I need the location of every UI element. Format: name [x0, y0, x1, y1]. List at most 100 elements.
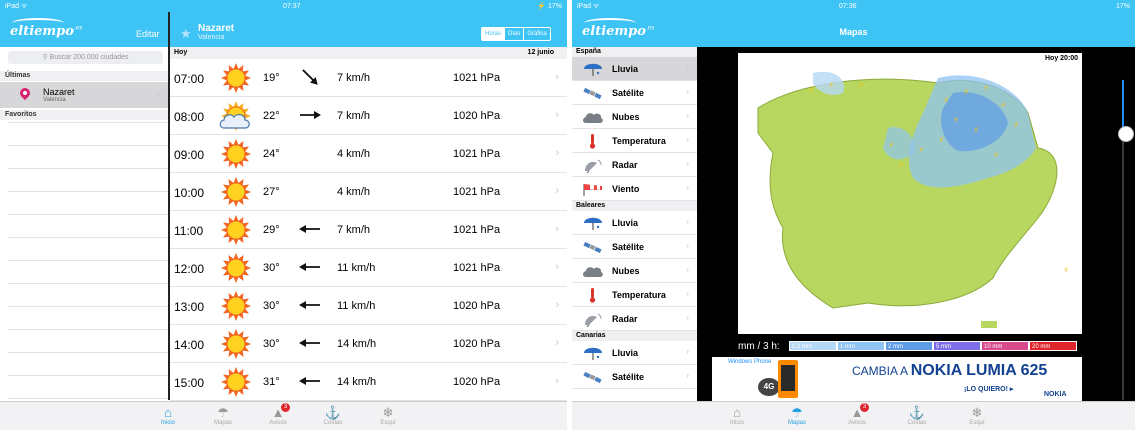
tab-horas[interactable]: Horas: [482, 28, 505, 40]
menu-item-satlite[interactable]: Satélite ›: [572, 235, 697, 259]
thermometer-icon: [582, 287, 604, 303]
legend-swatch: 2 mm: [885, 341, 933, 351]
tab-mapas[interactable]: ☂ Mapas: [777, 405, 817, 426]
forecast-temperature: 24°: [263, 148, 280, 160]
forecast-pressure: 1021 hPa: [453, 148, 501, 160]
menu-item-nubes[interactable]: Nubes ›: [572, 105, 697, 129]
svg-text:⚡: ⚡: [973, 126, 979, 136]
wind-arrow-icon: [298, 331, 322, 355]
tab-avisos[interactable]: ▲ 3 Avisos: [258, 403, 298, 426]
wind-arrow-icon: [298, 141, 322, 165]
svg-text:⚡: ⚡: [918, 146, 924, 156]
split-divider: [168, 12, 170, 400]
balearic-island: [981, 321, 997, 328]
chevron-right-icon: ›: [686, 86, 689, 96]
forecast-temperature: 27°: [263, 186, 280, 198]
forecast-time: 14:00: [174, 338, 205, 352]
date-label: 12 junio: [527, 49, 554, 56]
forecast-wind-speed: 7 km/h: [337, 72, 371, 84]
phone-image-icon: [778, 360, 798, 398]
umbrella-icon: [582, 61, 604, 77]
menu-item-temperatura[interactable]: Temperatura ›: [572, 129, 697, 153]
list-separator: [8, 122, 168, 123]
satellite-icon: [582, 239, 604, 255]
chevron-right-icon: ›: [555, 185, 559, 197]
tab-esqu[interactable]: ❄ Esquí: [368, 405, 408, 426]
forecast-pressure: 1020 hPa: [453, 338, 501, 350]
forecast-time: 10:00: [174, 186, 205, 200]
favorite-star-icon[interactable]: ★: [180, 26, 192, 42]
tab-grafica[interactable]: Gráfica: [523, 28, 549, 40]
svg-text:⚡: ⚡: [963, 88, 969, 98]
menu-item-label: Satélite: [612, 242, 645, 252]
svg-text:⚡: ⚡: [1013, 121, 1019, 131]
tab-label: Inicio: [160, 420, 175, 426]
tab-label: Esquí: [380, 420, 396, 426]
tab-dias[interactable]: Días: [504, 28, 523, 40]
tab-inicio[interactable]: ⌂ Inicio: [148, 405, 188, 426]
list-item-recent-city[interactable]: Nazaret Valencia ›: [0, 82, 168, 108]
wind-arrow-icon: [298, 103, 322, 127]
menu-item-nubes[interactable]: Nubes ›: [572, 259, 697, 283]
tab-mapas[interactable]: ☂ Mapas: [203, 405, 243, 426]
hourly-forecast-row[interactable]: 13:00 30° 11 km/h 1020 hPa ›: [170, 287, 567, 325]
search-input[interactable]: ⚲ Buscar 200.000 ciudades: [8, 51, 163, 64]
menu-item-viento[interactable]: Viento ›: [572, 177, 697, 201]
hourly-forecast-row[interactable]: 15:00 31° 14 km/h 1020 hPa ›: [170, 363, 567, 401]
notification-badge: 3: [281, 403, 290, 412]
menu-section-header: Canarias: [572, 331, 697, 341]
rain-legend: 0.2 mm 1 mm 2 mm 5 mm 10 mm 20 mm: [789, 341, 1077, 351]
rain-map[interactable]: ⚡ ⚡ ⚡ ⚡ ⚡ ⚡ ⚡ ⚡ ⚡ ⚡ ⚡ ⚡ ⚡ ⚡ ⚡ ⚡: [738, 53, 1082, 334]
battery-indicator: ⚡ 17%: [537, 3, 562, 10]
chevron-right-icon: ›: [555, 109, 559, 121]
forecast-wind-speed: 7 km/h: [337, 110, 371, 122]
eltiempo-logo[interactable]: eltiempo.es: [10, 18, 83, 39]
list-separator: [8, 398, 168, 399]
nokia-ad-banner[interactable]: Windows Phone 4G CAMBIA A NOKIA LUMIA 62…: [712, 357, 1082, 401]
logo-arc-icon: [12, 18, 64, 28]
sun-icon: [218, 177, 254, 207]
logo-tld: .es: [73, 24, 83, 32]
menu-item-satlite[interactable]: Satélite ›: [572, 81, 697, 105]
maps-icon: ☂: [217, 405, 229, 420]
edit-button[interactable]: Editar: [136, 29, 160, 39]
menu-item-radar[interactable]: Radar ›: [572, 153, 697, 177]
legend-swatch: 5 mm: [933, 341, 981, 351]
forecast-wind-speed: 7 km/h: [337, 224, 371, 236]
menu-item-radar[interactable]: Radar ›: [572, 307, 697, 331]
tab-label: Mapas: [213, 420, 232, 426]
ad-cta-button[interactable]: ¡LO QUIERO! ▸: [964, 385, 1013, 393]
forecast-pressure: 1021 hPa: [453, 262, 501, 274]
tab-avisos[interactable]: ▲ 3 Avisos: [837, 403, 877, 426]
svg-text:⚡: ⚡: [828, 81, 834, 91]
status-bar: iPad ᯤ 07:36 17%: [572, 0, 1135, 12]
svg-text:⚡: ⚡: [983, 84, 989, 94]
hourly-forecast-row[interactable]: 09:00 24° 4 km/h 1021 hPa ›: [170, 135, 567, 173]
menu-item-satlite[interactable]: Satélite ›: [572, 365, 697, 389]
chevron-right-icon: ›: [686, 312, 689, 322]
chevron-right-icon: ›: [555, 71, 559, 83]
tab-esqu[interactable]: ❄ Esquí: [957, 405, 997, 426]
menu-item-lluvia[interactable]: Lluvia ›: [572, 57, 697, 81]
hourly-forecast-row[interactable]: 10:00 27° 4 km/h 1021 hPa ›: [170, 173, 567, 211]
hourly-forecast-row[interactable]: 08:00 22° 7 km/h 1020 hPa ›: [170, 97, 567, 135]
tab-costas[interactable]: ⚓ Costas: [897, 405, 937, 426]
forecast-time: 15:00: [174, 376, 205, 390]
menu-item-lluvia[interactable]: Lluvia ›: [572, 211, 697, 235]
tab-costas[interactable]: ⚓ Costas: [313, 405, 353, 426]
forecast-pressure: 1020 hPa: [453, 376, 501, 388]
hourly-forecast-row[interactable]: 14:00 30° 14 km/h 1020 hPa ›: [170, 325, 567, 363]
wind-arrow-icon: [298, 65, 322, 89]
menu-item-label: Temperatura: [612, 290, 666, 300]
device-label: iPad ᯤ: [577, 2, 600, 10]
tab-inicio[interactable]: ⌂ Inicio: [717, 405, 757, 426]
hourly-forecast-row[interactable]: 11:00 29° 7 km/h 1021 hPa ›: [170, 211, 567, 249]
radar-icon: [582, 157, 604, 174]
hourly-forecast-row[interactable]: 12:00 30° 11 km/h 1021 hPa ›: [170, 249, 567, 287]
chevron-right-icon: ›: [686, 288, 689, 298]
menu-item-lluvia[interactable]: Lluvia ›: [572, 341, 697, 365]
menu-item-temperatura[interactable]: Temperatura ›: [572, 283, 697, 307]
svg-text:⚡: ⚡: [898, 161, 904, 171]
home-icon: ⌂: [164, 405, 172, 420]
hourly-forecast-row[interactable]: 07:00 19° 7 km/h 1021 hPa ›: [170, 59, 567, 97]
